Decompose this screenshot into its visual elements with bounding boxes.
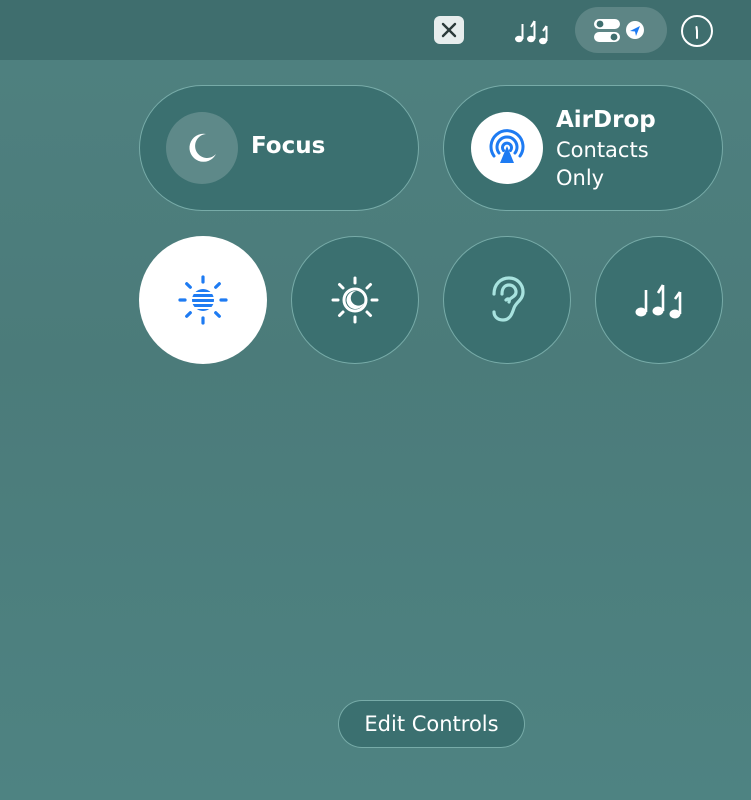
music-recognition-button[interactable] (595, 236, 723, 364)
airdrop-tile[interactable]: AirDrop Contacts Only (443, 85, 723, 211)
display-brightness-button[interactable] (139, 236, 267, 364)
airdrop-icon (471, 112, 543, 184)
focus-tile[interactable]: Focus (139, 85, 419, 211)
hearing-button[interactable] (443, 236, 571, 364)
music-recognition-icon (635, 284, 682, 319)
moon-icon (166, 112, 238, 184)
night-shift-button[interactable] (291, 236, 419, 364)
hearing-ear-icon (492, 276, 525, 322)
music-notes-icon[interactable] (510, 14, 552, 48)
night-shift-icon (331, 276, 379, 324)
close-app-icon[interactable] (434, 16, 464, 44)
airdrop-status: Contacts Only (556, 138, 649, 190)
display-brightness-icon (178, 275, 228, 325)
edit-controls-button[interactable]: Edit Controls (338, 700, 525, 748)
clock-icon[interactable] (679, 13, 715, 49)
focus-label: Focus (251, 133, 326, 159)
control-center-toggle-icon[interactable] (575, 7, 667, 53)
airdrop-title: AirDrop (556, 107, 656, 133)
menu-bar (0, 0, 751, 60)
